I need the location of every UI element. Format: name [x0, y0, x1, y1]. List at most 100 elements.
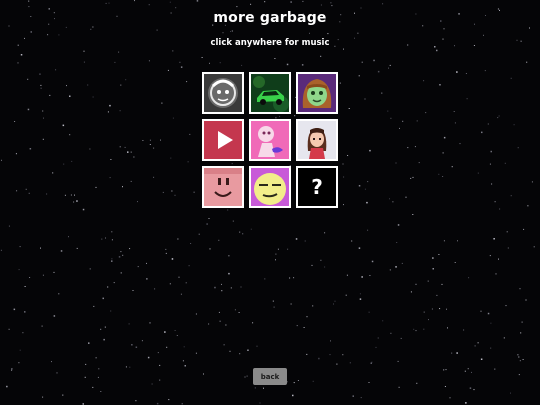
star: [510, 392, 511, 394]
star: [443, 136, 446, 139]
star: [521, 321, 523, 323]
star: [105, 237, 106, 239]
star: [230, 287, 232, 289]
star: [445, 369, 447, 371]
star: [146, 262, 147, 264]
star: [25, 188, 27, 190]
star: [264, 278, 266, 280]
star: [229, 350, 231, 352]
star: [172, 117, 174, 119]
star: [348, 108, 350, 109]
star: [242, 233, 244, 235]
star: [208, 218, 210, 219]
star: [133, 156, 135, 158]
star: [107, 286, 109, 288]
star: [76, 247, 78, 249]
tile-pink-character[interactable]: [249, 119, 291, 161]
star: [162, 191, 164, 193]
star: [277, 248, 279, 250]
star: [8, 328, 10, 330]
star: [55, 69, 57, 71]
star: [165, 252, 167, 254]
star: [214, 286, 216, 289]
tile-green-car[interactable]: [249, 72, 291, 114]
star: [135, 346, 138, 348]
star: [505, 305, 507, 307]
pixel-girl-portrait-icon: [298, 121, 336, 159]
star: [480, 310, 482, 312]
star: [42, 138, 44, 140]
star: [92, 26, 94, 28]
star: [137, 266, 139, 268]
tile-brown-haired-girl[interactable]: [296, 72, 338, 114]
star: [89, 268, 91, 270]
star: [330, 340, 331, 342]
star: [92, 96, 94, 98]
star: [398, 386, 400, 388]
star: [100, 328, 102, 330]
star: [228, 272, 230, 275]
star: [114, 61, 116, 63]
star: [331, 5, 333, 7]
star: [11, 368, 13, 370]
star: [130, 151, 132, 153]
star: [490, 150, 492, 153]
back-button[interactable]: back: [253, 368, 287, 385]
star: [410, 177, 412, 179]
star: [399, 127, 400, 129]
star: [195, 352, 197, 354]
star: [451, 166, 453, 168]
tile-pink-blob[interactable]: [202, 166, 244, 208]
star: [73, 201, 75, 203]
star: [477, 342, 479, 344]
tile-yellow-face[interactable]: [249, 166, 291, 208]
page-title: more garbage: [213, 10, 327, 26]
star: [111, 239, 113, 241]
star: [327, 33, 329, 35]
star: [349, 362, 351, 364]
star: [92, 386, 94, 388]
star: [16, 190, 18, 192]
star: [64, 194, 66, 196]
star: [456, 352, 458, 354]
star: [129, 248, 131, 250]
star: [70, 194, 72, 196]
star: [108, 2, 110, 4]
star: [27, 108, 30, 111]
star: [346, 274, 348, 276]
star: [499, 208, 501, 210]
star: [254, 387, 256, 389]
star: [234, 309, 236, 311]
star: [221, 290, 223, 292]
star: [382, 320, 384, 322]
star: [102, 297, 104, 300]
yellow-smug-face-icon: [251, 168, 289, 206]
star: [161, 102, 163, 104]
tile-glowing-face[interactable]: [202, 72, 244, 114]
star: [30, 31, 32, 33]
star: [240, 286, 242, 288]
star: [274, 58, 276, 59]
star: [506, 231, 508, 233]
star: [467, 368, 469, 370]
pink-blob-face-icon: [204, 168, 242, 206]
star: [360, 7, 362, 9]
star: [47, 34, 49, 36]
star: [177, 238, 179, 240]
tile-play[interactable]: [202, 119, 244, 161]
star: [181, 403, 183, 405]
star: [29, 148, 32, 150]
star: [100, 391, 102, 392]
star: [167, 69, 169, 71]
tile-mystery[interactable]: ?: [296, 166, 338, 208]
star: [359, 298, 362, 300]
star: [120, 251, 122, 253]
star: [111, 258, 113, 260]
tile-pixel-girl[interactable]: [296, 119, 338, 161]
star: [389, 64, 391, 66]
star: [239, 231, 241, 233]
star: [186, 81, 188, 83]
star: [85, 363, 87, 365]
star: [498, 115, 500, 117]
star: [369, 275, 371, 276]
